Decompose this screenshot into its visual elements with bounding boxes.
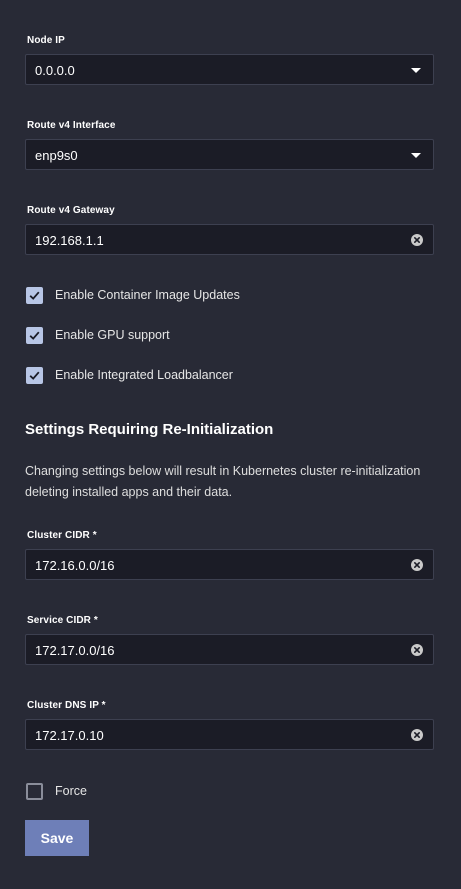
kubernetes-settings-form: Node IP 0.0.0.0 Route v4 Interface enp9s… — [0, 0, 461, 889]
cluster-cidr-input[interactable]: 172.16.0.0/16 — [25, 549, 434, 580]
service-cidr-label: Service CIDR * — [27, 615, 98, 626]
check-icon — [29, 331, 40, 340]
gpu-support-label: Enable GPU support — [55, 328, 170, 342]
service-cidr-value: 172.17.0.0/16 — [35, 643, 115, 658]
check-icon — [29, 371, 40, 380]
clear-icon[interactable] — [411, 644, 423, 656]
service-cidr-input[interactable]: 172.17.0.0/16 — [25, 634, 434, 665]
route-v4-interface-label: Route v4 Interface — [27, 120, 116, 131]
force-label: Force — [55, 784, 87, 798]
clear-icon[interactable] — [411, 234, 423, 246]
integrated-loadbalancer-label: Enable Integrated Loadbalancer — [55, 368, 233, 382]
node-ip-select[interactable]: 0.0.0.0 — [25, 54, 434, 85]
route-v4-interface-select[interactable]: enp9s0 — [25, 139, 434, 170]
gpu-support-checkbox[interactable] — [26, 327, 43, 344]
integrated-loadbalancer-checkbox[interactable] — [26, 367, 43, 384]
node-ip-value: 0.0.0.0 — [35, 63, 75, 78]
cluster-cidr-label: Cluster CIDR * — [27, 530, 97, 541]
container-image-updates-label: Enable Container Image Updates — [55, 288, 240, 302]
check-icon — [29, 291, 40, 300]
caret-down-icon — [411, 68, 421, 73]
clear-icon[interactable] — [411, 559, 423, 571]
clear-icon[interactable] — [411, 729, 423, 741]
route-v4-interface-value: enp9s0 — [35, 148, 78, 163]
force-checkbox[interactable] — [26, 783, 43, 800]
container-image-updates-checkbox[interactable] — [26, 287, 43, 304]
cluster-cidr-value: 172.16.0.0/16 — [35, 558, 115, 573]
save-button[interactable]: Save — [25, 820, 89, 856]
caret-down-icon — [411, 153, 421, 158]
cluster-dns-ip-label: Cluster DNS IP * — [27, 700, 106, 711]
node-ip-label: Node IP — [27, 35, 65, 46]
reinit-section-description: Changing settings below will result in K… — [25, 464, 421, 499]
route-v4-gateway-value: 192.168.1.1 — [35, 233, 104, 248]
cluster-dns-ip-input[interactable]: 172.17.0.10 — [25, 719, 434, 750]
route-v4-gateway-input[interactable]: 192.168.1.1 — [25, 224, 434, 255]
route-v4-gateway-label: Route v4 Gateway — [27, 205, 115, 216]
cluster-dns-ip-value: 172.17.0.10 — [35, 728, 104, 743]
reinit-section-title: Settings Requiring Re-Initialization — [25, 421, 274, 438]
